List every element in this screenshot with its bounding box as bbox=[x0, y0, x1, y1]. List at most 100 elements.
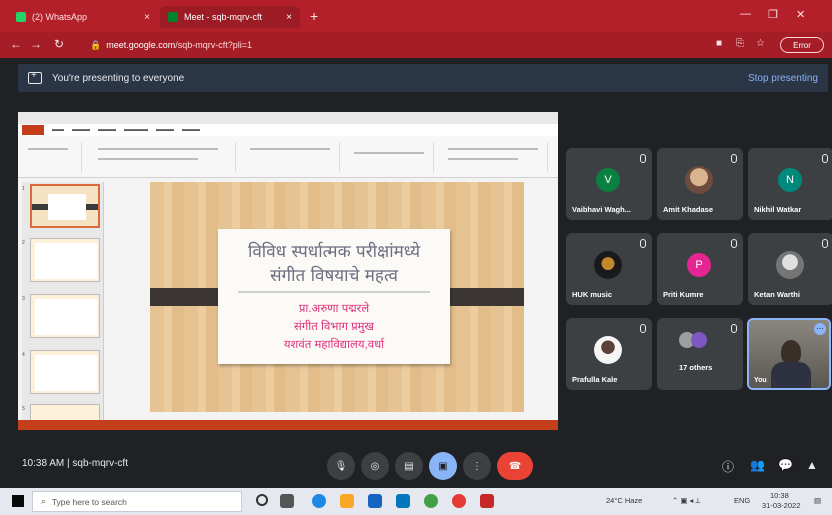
forward-icon[interactable]: → bbox=[30, 37, 42, 51]
meeting-controls-bar: 10:38 AM | sqb-mqrv-cft 🎙 ◎ ▤ ▣ ⋮ ☎ ⓘ 👥 … bbox=[0, 440, 832, 488]
maximize-icon[interactable]: ❐ bbox=[768, 8, 778, 21]
tab-whatsapp[interactable]: (2) WhatsApp × bbox=[8, 6, 158, 28]
chat-icon[interactable]: 💬 bbox=[778, 458, 793, 472]
chrome-alt-icon[interactable] bbox=[452, 494, 466, 508]
camera-icon[interactable]: ◎ bbox=[361, 452, 389, 480]
participant-tile[interactable]: P Priti Kumre bbox=[657, 233, 743, 305]
url-host: meet.google.com bbox=[106, 40, 176, 50]
present-icon[interactable]: ▣ bbox=[429, 452, 457, 480]
tab-label: Meet - sqb-mqrv-cft bbox=[184, 12, 263, 22]
self-name: You bbox=[754, 377, 767, 384]
powerpoint-icon[interactable] bbox=[480, 494, 494, 508]
mic-off-icon bbox=[822, 154, 828, 163]
stop-presenting-button[interactable]: Stop presenting bbox=[748, 73, 818, 84]
participant-tile[interactable]: N Nikhil Watkar bbox=[748, 148, 832, 220]
edge-icon[interactable] bbox=[312, 494, 326, 508]
participant-name: Vaibhavi Wagh... bbox=[572, 205, 631, 214]
lock-icon: 🔒 bbox=[90, 39, 102, 50]
others-tile[interactable]: 17 others bbox=[657, 318, 743, 390]
address-bar[interactable]: 🔒 meet.google.com /sqb-mqrv-cft?pli=1 bbox=[82, 36, 682, 54]
slide-title-line1: विविध स्पर्धात्मक परीक्षांमध्ये bbox=[247, 242, 421, 262]
close-tab-icon[interactable]: × bbox=[144, 12, 150, 23]
others-count: 17 others bbox=[679, 363, 713, 372]
windows-start-icon[interactable] bbox=[12, 495, 24, 507]
participant-tile[interactable]: Ketan Warthi bbox=[748, 233, 832, 305]
ppt-status-bar bbox=[18, 420, 558, 430]
people-icon[interactable]: 👥 bbox=[750, 458, 765, 472]
participant-tile[interactable]: Prafulla Kale bbox=[566, 318, 652, 390]
browser-toolbar: ← → ↻ 🔒 meet.google.com /sqb-mqrv-cft?pl… bbox=[0, 32, 832, 58]
avatar: V bbox=[596, 168, 620, 192]
slide-thumb[interactable] bbox=[30, 350, 100, 394]
chrome-icon[interactable] bbox=[424, 494, 438, 508]
presenter-department: संगीत विभाग प्रमुख bbox=[294, 321, 374, 333]
present-screen-icon bbox=[28, 70, 42, 84]
presenting-banner: You're presenting to everyone Stop prese… bbox=[18, 64, 828, 92]
bookmark-star-icon[interactable]: ☆ bbox=[756, 38, 765, 49]
file-explorer-icon[interactable] bbox=[340, 494, 354, 508]
avatar: N bbox=[778, 168, 802, 192]
new-tab-button[interactable]: + bbox=[310, 8, 318, 24]
shared-screen: ▬▬ ▬▬▬ ▬▬▬ ▬▬▬▬ ▬▬▬ ▬▬▬ 1 2 3 4 5 विविध स्पर्… bbox=[18, 112, 558, 430]
more-icon[interactable]: ⋮ bbox=[463, 452, 491, 480]
clock-date[interactable]: 31-03-2022 bbox=[762, 501, 800, 510]
slide-thumb[interactable] bbox=[30, 238, 100, 282]
browser-tab-strip: (2) WhatsApp × Meet - sqb-mqrv-cft × + —… bbox=[0, 0, 832, 32]
participant-name: Priti Kumre bbox=[663, 290, 704, 299]
slide-thumb[interactable] bbox=[30, 294, 100, 338]
search-placeholder: Type here to search bbox=[51, 496, 127, 507]
mic-off-icon bbox=[731, 324, 737, 333]
mic-icon[interactable]: 🎙 bbox=[327, 452, 355, 480]
reload-icon[interactable]: ↻ bbox=[54, 37, 64, 51]
ppt-title-bar bbox=[18, 112, 558, 124]
mic-off-icon bbox=[731, 239, 737, 248]
avatar: P bbox=[687, 253, 711, 277]
slide-thumb[interactable] bbox=[30, 184, 100, 228]
back-icon[interactable]: ← bbox=[10, 37, 22, 51]
presenter-name: प्रा.अरुणा पद्मरले bbox=[298, 303, 370, 315]
self-tile[interactable]: ⋯ You bbox=[747, 318, 831, 390]
participant-name: Ketan Warthi bbox=[754, 290, 800, 299]
notification-icon[interactable]: ▤ bbox=[814, 496, 821, 505]
presenting-text: You're presenting to everyone bbox=[52, 72, 185, 84]
language-indicator[interactable]: ENG bbox=[734, 496, 750, 505]
mail-icon[interactable] bbox=[396, 494, 410, 508]
captions-icon[interactable]: ▤ bbox=[395, 452, 423, 480]
weather-text[interactable]: 24°C Haze bbox=[606, 496, 642, 505]
store-icon[interactable] bbox=[368, 494, 382, 508]
tab-meet[interactable]: Meet - sqb-mqrv-cft × bbox=[160, 6, 300, 28]
current-slide: विविध स्पर्धात्मक परीक्षांमध्ये संगीत वि… bbox=[150, 182, 524, 412]
profile-button[interactable]: Error bbox=[780, 37, 824, 53]
cortana-icon[interactable] bbox=[256, 494, 268, 506]
participant-tile[interactable]: V Vaibhavi Wagh... bbox=[566, 148, 652, 220]
participant-name: Amit Khadase bbox=[663, 205, 714, 214]
close-tab-icon[interactable]: × bbox=[286, 12, 292, 23]
end-call-icon[interactable]: ☎ bbox=[497, 452, 533, 480]
slide-title-line2: संगीत विषयाचे महत्व bbox=[270, 266, 398, 286]
mic-off-icon bbox=[640, 239, 646, 248]
activities-icon[interactable]: ▲ bbox=[806, 458, 818, 472]
more-options-icon[interactable]: ⋯ bbox=[814, 323, 826, 335]
whatsapp-icon bbox=[16, 12, 26, 22]
participant-tile[interactable]: Amit Khadase bbox=[657, 148, 743, 220]
url-path: /sqb-mqrv-cft?pli=1 bbox=[175, 40, 253, 50]
taskbar-search[interactable]: ⌕ Type here to search bbox=[32, 491, 242, 512]
meet-icon bbox=[168, 12, 178, 22]
info-icon[interactable]: ⓘ bbox=[722, 458, 734, 475]
minimize-icon[interactable]: — bbox=[740, 8, 751, 20]
slide-thumbnails[interactable]: 1 2 3 4 5 bbox=[22, 182, 104, 422]
mic-off-icon bbox=[731, 154, 737, 163]
avatar bbox=[594, 336, 622, 364]
close-window-icon[interactable]: ✕ bbox=[796, 8, 805, 21]
participant-name: Prafulla Kale bbox=[572, 375, 618, 384]
avatar bbox=[776, 251, 804, 279]
camera-indicator-icon[interactable]: ■ bbox=[716, 38, 722, 49]
task-view-icon[interactable] bbox=[280, 494, 294, 508]
mic-off-icon bbox=[640, 324, 646, 333]
participant-name: Nikhil Watkar bbox=[754, 205, 802, 214]
presenter-college: यशवंत महाविद्यालय,वर्धा bbox=[283, 339, 385, 351]
clock-time[interactable]: 10:38 bbox=[770, 491, 789, 500]
share-icon[interactable]: ⎘ bbox=[736, 38, 744, 49]
tray-icons[interactable]: ⌃ ▣ ◂ ⟂ bbox=[672, 496, 700, 506]
participant-tile[interactable]: HUK music bbox=[566, 233, 652, 305]
